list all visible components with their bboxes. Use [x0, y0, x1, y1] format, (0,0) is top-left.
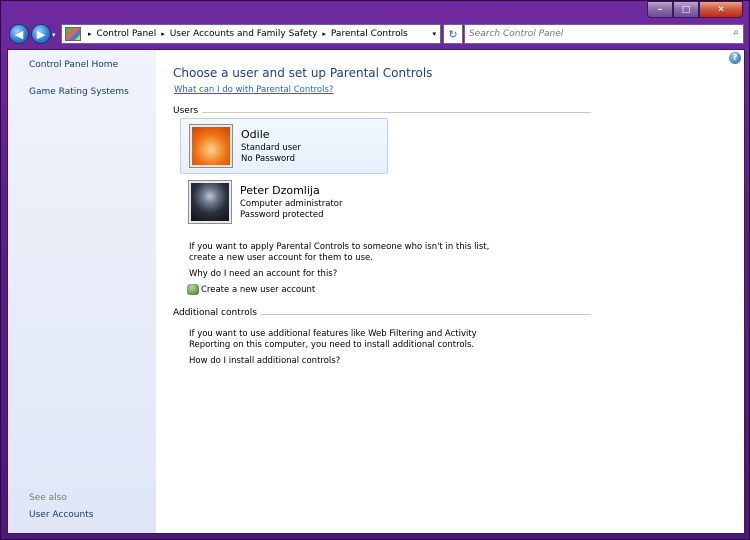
- additional-controls-label: Additional controls: [173, 308, 261, 318]
- window-frame: – □ ✕ ◀ ▶ ▾ ▸ Control Panel ▸ User Accou…: [0, 0, 750, 540]
- users-section-label: Users: [173, 106, 203, 116]
- user-tile-odile[interactable]: Odile Standard user No Password: [180, 118, 388, 174]
- main-panel: ? Choose a user and set up Parental Cont…: [156, 50, 744, 533]
- sidebar-item-control-panel-home[interactable]: Control Panel Home: [29, 60, 118, 70]
- add-user-icon: [187, 284, 199, 295]
- see-also-label: See also: [29, 493, 67, 503]
- user-account-type: Standard user: [241, 143, 301, 153]
- section-divider: [173, 112, 591, 113]
- dark-figure-avatar-icon: [191, 183, 229, 221]
- search-input[interactable]: [464, 24, 744, 44]
- recent-pages-dropdown[interactable]: ▾: [52, 31, 56, 39]
- breadcrumb-separator[interactable]: ▸: [161, 30, 165, 38]
- refresh-icon: ↻: [448, 27, 458, 41]
- back-arrow-icon: ◀: [14, 27, 24, 41]
- breadcrumb-control-panel[interactable]: Control Panel: [97, 29, 157, 39]
- page-title: Choose a user and set up Parental Contro…: [173, 66, 433, 80]
- what-can-i-do-link[interactable]: What can I do with Parental Controls?: [174, 85, 333, 95]
- why-need-account-link[interactable]: Why do I need an account for this?: [189, 269, 337, 280]
- no-account-text-line-1: If you want to apply Parental Controls t…: [189, 242, 490, 252]
- additional-text-line-2: Reporting on this computer, you need to …: [189, 340, 475, 350]
- back-button[interactable]: ◀: [9, 24, 29, 44]
- refresh-button[interactable]: ↻: [443, 24, 463, 44]
- user-name: Peter Dzomlija: [240, 184, 320, 197]
- avatar: [189, 124, 233, 168]
- flower-avatar-icon: [192, 127, 230, 165]
- install-additional-controls-link[interactable]: How do I install additional controls?: [189, 356, 340, 367]
- user-account-type: Computer administrator: [240, 199, 343, 209]
- breadcrumb-parental-controls[interactable]: Parental Controls: [331, 29, 408, 39]
- maximize-button[interactable]: □: [673, 1, 699, 18]
- minimize-button[interactable]: –: [647, 1, 673, 18]
- sidebar: Control Panel Home Game Rating Systems S…: [8, 50, 156, 533]
- close-button[interactable]: ✕: [699, 1, 743, 18]
- address-bar[interactable]: ▸ Control Panel ▸ User Accounts and Fami…: [61, 24, 441, 44]
- create-user-account-link[interactable]: Create a new user account: [201, 285, 315, 296]
- user-name: Odile: [241, 128, 270, 141]
- content-area: Control Panel Home Game Rating Systems S…: [7, 49, 745, 534]
- breadcrumb-user-accounts[interactable]: User Accounts and Family Safety: [170, 29, 318, 39]
- help-button[interactable]: ?: [729, 52, 741, 64]
- sidebar-item-user-accounts[interactable]: User Accounts: [29, 510, 93, 520]
- magnifier-icon[interactable]: ⌕: [733, 27, 739, 38]
- user-password-status: No Password: [241, 154, 295, 164]
- additional-text-line-1: If you want to use additional features l…: [189, 329, 477, 339]
- breadcrumb-separator[interactable]: ▸: [322, 30, 326, 38]
- users-section-header: Users: [173, 106, 593, 118]
- control-panel-icon: [65, 27, 81, 41]
- address-dropdown-icon[interactable]: ▾: [432, 30, 436, 38]
- breadcrumb-separator[interactable]: ▸: [88, 30, 92, 38]
- user-password-status: Password protected: [240, 210, 324, 220]
- help-icon: ?: [732, 53, 738, 63]
- navigation-bar: ◀ ▶ ▾ ▸ Control Panel ▸ User Accounts an…: [7, 23, 745, 47]
- forward-button[interactable]: ▶: [31, 24, 51, 44]
- avatar: [188, 180, 232, 224]
- caption-buttons: – □ ✕: [647, 1, 743, 18]
- additional-controls-section-header: Additional controls: [173, 308, 593, 320]
- user-tile-peter-dzomlija[interactable]: Peter Dzomlija Computer administrator Pa…: [180, 175, 388, 231]
- forward-arrow-icon: ▶: [36, 27, 46, 41]
- sidebar-item-game-rating-systems[interactable]: Game Rating Systems: [29, 87, 129, 97]
- no-account-text-line-2: create a new user account for them to us…: [189, 253, 373, 263]
